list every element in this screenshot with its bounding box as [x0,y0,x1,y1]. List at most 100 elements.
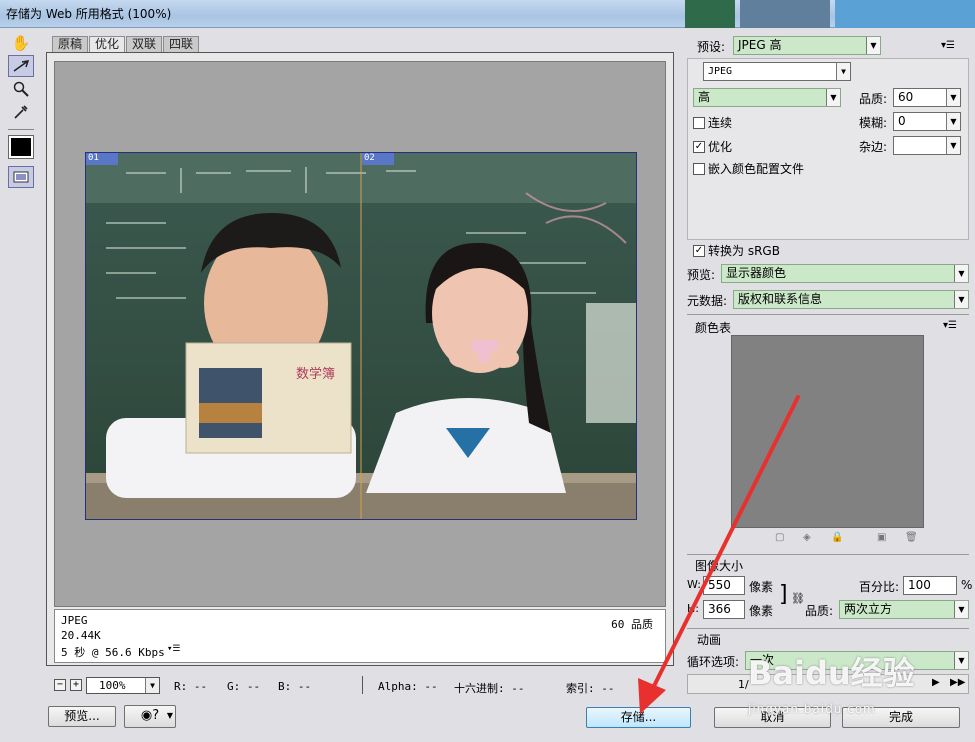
readout-r: R: -- [174,680,208,693]
width-unit: 像素 [749,580,774,594]
slice-select-tool-icon[interactable] [8,55,34,77]
percent-input[interactable]: 100 [903,576,957,595]
preview-image[interactable]: 数学簿 01 02 [85,152,637,520]
background-app-strip-2 [740,0,830,28]
tab-2-up[interactable]: 双联 [126,36,163,52]
svg-text:数学簿: 数学簿 [296,366,335,382]
status-bar: − + 100% ▼ R: -- G: -- B: -- Alpha: -- 十… [50,676,680,696]
color-table-swatches[interactable] [731,335,924,528]
chevron-down-icon: ▼ [946,137,960,154]
preview-button[interactable]: 预览... [48,706,116,727]
toolbar-divider [8,129,34,130]
zoom-level-select[interactable]: 100% ▼ [86,677,160,694]
convert-srgb-checkbox[interactable]: ✓ 转换为 sRGB [693,242,780,259]
zoom-out-button[interactable]: − [54,679,66,691]
dialog-body: ✋ 原稿 优化 双联 四联 数学簿 01 02 JPEG 20.44K 5 秒 … [0,28,975,742]
eyedropper-tool-icon[interactable] [8,101,34,123]
readout-index: 索引: -- [566,682,615,695]
metadata-label: 元数据: [687,294,728,308]
checkmark-icon: ✓ [693,140,705,153]
hand-tool-icon[interactable]: ✋ [8,32,34,54]
optimized-label: 优化 [708,140,733,154]
blur-label: 模糊: [859,116,888,130]
view-tabs: 原稿 优化 双联 四联 [52,36,200,52]
chevron-down-icon: ▼ [836,63,850,80]
optimization-info: JPEG 20.44K 5 秒 @ 56.6 Kbps ▾☰ 60 品质 [54,609,666,663]
width-label: W: [687,578,701,591]
background-app-strip [685,0,735,28]
loop-label: 循环选项: [687,655,740,669]
readout-hex: 十六进制: -- [454,682,525,695]
width-value: 550 [708,578,731,592]
watermark-brand: Baidu经验 [748,654,915,692]
color-table-divider [687,314,969,315]
toggle-slices-visibility-icon[interactable] [8,166,34,188]
percent-label: 百分比: [859,580,900,594]
color-table-label: 颜色表 [695,321,732,335]
tool-palette: ✋ [8,32,38,188]
image-size-divider [687,554,969,555]
compression-quality-value: 高 [698,90,711,104]
preset-select[interactable]: JPEG 高 ▼ [733,36,881,55]
map-transparency-icon[interactable]: ▢ [775,532,784,543]
new-color-icon[interactable]: ▣ [877,532,886,543]
progressive-checkbox[interactable]: 连续 [693,114,732,131]
info-format: JPEG [61,614,88,627]
embed-icc-checkbox[interactable]: 嵌入颜色配置文件 [693,160,804,177]
download-speed-menu-icon[interactable]: ▾☰ [167,644,181,654]
tab-optimized[interactable]: 优化 [89,36,126,52]
convert-srgb-label: 转换为 sRGB [708,244,780,258]
background-app-strip-3 [835,0,975,28]
preview-frame: 数学簿 01 02 JPEG 20.44K 5 秒 @ 56.6 Kbps ▾☰… [46,52,674,666]
image-size-label: 图像大小 [695,559,744,573]
matte-select[interactable]: ▼ [893,136,961,155]
eyedropper-color-swatch[interactable] [8,135,34,159]
height-input[interactable]: 366 [703,600,745,619]
zoom-tool-icon[interactable] [8,78,34,100]
preview-canvas[interactable]: 数学簿 01 02 [54,61,666,607]
resample-value: 两次立方 [844,602,893,616]
web-shift-icon[interactable]: ◈ [803,532,811,543]
info-quality: 60 品质 [611,618,653,631]
save-button[interactable]: 存储... [586,707,691,728]
chevron-down-icon: ▼ [946,89,960,106]
chevron-down-icon: ▼ [954,265,968,282]
embed-icc-label: 嵌入颜色配置文件 [708,162,805,176]
color-preview-select[interactable]: 显示器颜色 ▼ [721,264,969,283]
height-value: 366 [708,602,731,616]
trash-icon[interactable]: 🗑 [905,532,918,543]
resample-select[interactable]: 两次立方 ▼ [839,600,969,619]
readout-alpha: Alpha: -- [378,680,438,693]
slice-label-01: 01 [88,153,99,163]
lock-color-icon[interactable]: 🔒 [831,532,843,543]
format-select[interactable]: JPEG ▼ [703,62,851,81]
zoom-in-button[interactable]: + [70,679,82,691]
color-preview-label: 预览: [687,268,716,282]
settings-panel: 预设: JPEG 高 ▼ ▾☰ JPEG ▼ 高 ▼ 品质: 60 ▼ 连续 模… [683,32,973,702]
color-table-menu-icon[interactable]: ▾☰ [943,320,957,331]
preset-label: 预设: [697,40,726,54]
quality-label: 品质: [859,92,888,106]
link-icon[interactable]: ⛓ [791,592,805,605]
preset-value: JPEG 高 [738,38,782,52]
resample-label: 品质: [805,604,834,618]
tab-original[interactable]: 原稿 [52,36,89,52]
chevron-down-icon: ▼ [166,711,173,720]
blur-input[interactable]: 0 ▼ [893,112,961,131]
metadata-select[interactable]: 版权和联系信息 ▼ [733,290,969,309]
title-bar: 存储为 Web 所用格式 (100%) [0,0,975,28]
readout-g: G: -- [227,680,261,693]
browser-preview-button[interactable]: ◉? ▼ [124,705,176,728]
zoom-level-value: 100% [99,679,126,692]
optimized-checkbox[interactable]: ✓ 优化 [693,138,732,155]
width-input[interactable]: 550 [703,576,745,595]
watermark-url: jingyan.baidu.com [748,702,876,716]
status-divider [362,676,363,694]
percent-unit: % [961,578,973,592]
chevron-down-icon: ▼ [826,89,840,106]
tab-4-up[interactable]: 四联 [163,36,200,52]
quality-input[interactable]: 60 ▼ [893,88,961,107]
compression-quality-select[interactable]: 高 ▼ [693,88,841,107]
settings-menu-icon[interactable]: ▾☰ [941,40,955,51]
info-download-time: 5 秒 @ 56.6 Kbps [61,646,165,659]
